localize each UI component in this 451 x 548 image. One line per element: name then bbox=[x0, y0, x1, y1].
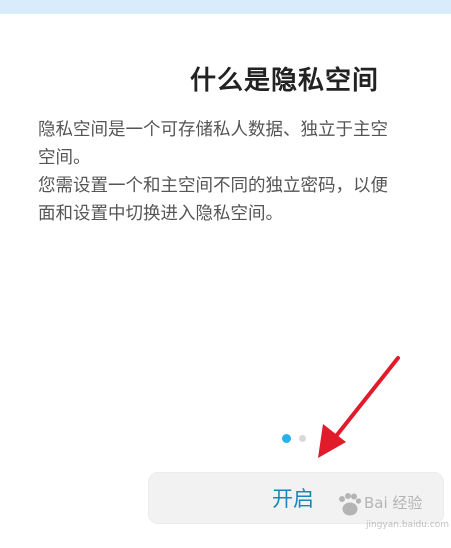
page-title: 什么是隐私空间 bbox=[190, 66, 380, 96]
description-line: 您需设置一个和主空间不同的独立密码，以便 bbox=[38, 176, 388, 196]
top-status-strip bbox=[0, 0, 451, 14]
page-indicator bbox=[282, 434, 306, 443]
description: 隐私空间是一个可存储私人数据、独立于主空 空间。 您需设置一个和主空间不同的独立… bbox=[38, 116, 451, 228]
paw-icon bbox=[339, 493, 362, 516]
arrow-shaft bbox=[331, 356, 400, 442]
page-dot-active bbox=[282, 434, 291, 443]
watermark-url: jingyan.baidu.com bbox=[366, 520, 450, 530]
description-line: 隐私空间是一个可存储私人数据、独立于主空 bbox=[38, 120, 388, 140]
description-line: 空间。 bbox=[38, 148, 91, 168]
page-dot-inactive bbox=[299, 435, 306, 442]
watermark-brand: Bai 经验 bbox=[364, 494, 423, 512]
description-line: 面和设置中切换进入隐私空间。 bbox=[38, 204, 283, 224]
arrow-head bbox=[318, 424, 346, 458]
baidu-jingyan-watermark: Bai 经验 jingyan.baidu.com bbox=[336, 486, 450, 536]
